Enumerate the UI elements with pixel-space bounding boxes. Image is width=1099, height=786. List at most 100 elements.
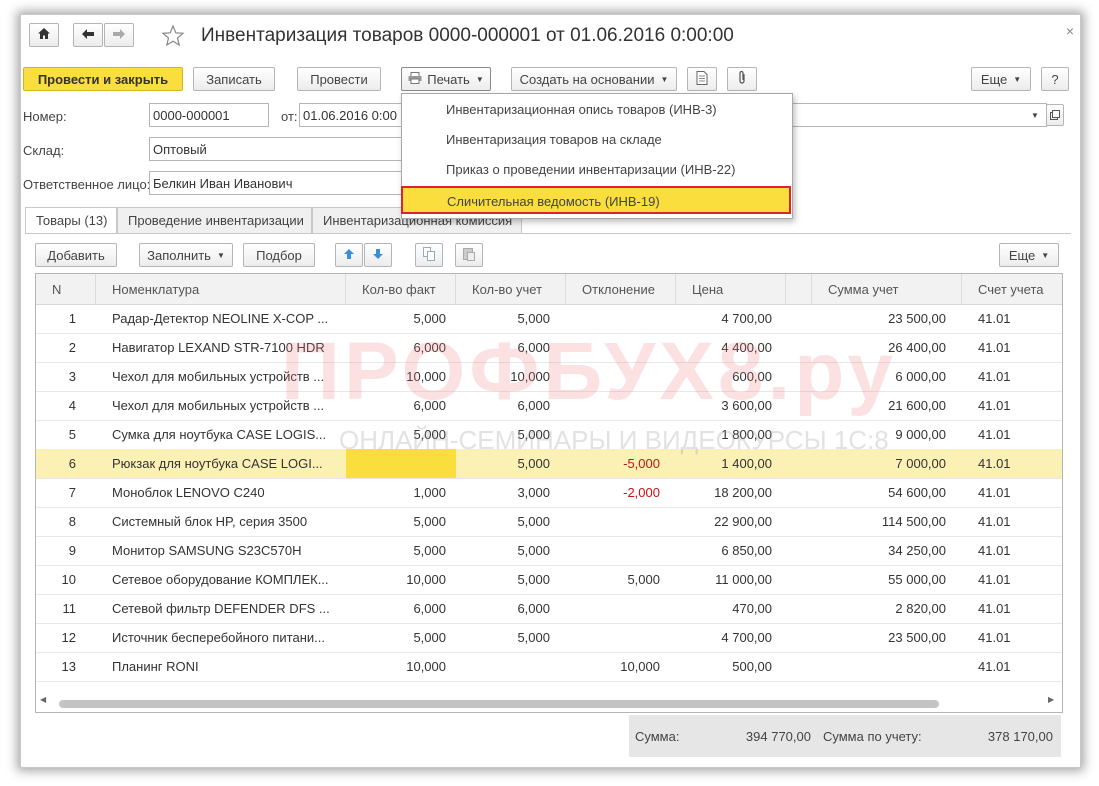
cell-item[interactable]: Системный блок HP, серия 3500 — [96, 507, 346, 536]
cell-n[interactable]: 11 — [36, 594, 96, 623]
cell-item[interactable]: Сетевое оборудование КОМПЛЕК... — [96, 565, 346, 594]
cell-deviation[interactable] — [566, 420, 676, 449]
select-button[interactable]: Подбор — [243, 243, 315, 267]
create-based-on-button[interactable]: Создать на основании ▼ — [511, 67, 677, 91]
post-button[interactable]: Провести — [297, 67, 381, 91]
cell-deviation[interactable] — [566, 623, 676, 652]
cell-qty-acc[interactable]: 5,000 — [456, 507, 566, 536]
menu-item-inv22[interactable]: Приказ о проведении инвентаризации (ИНВ-… — [402, 156, 792, 184]
cell-qty-fact[interactable]: 10,000 — [346, 652, 456, 681]
table-row[interactable]: 2 Навигатор LEXAND STR-7100 HDR 6,000 6,000… — [36, 333, 1062, 363]
cell-price[interactable]: 18 200,00 — [676, 478, 786, 507]
cell-price[interactable]: 4 700,00 — [676, 304, 786, 333]
close-icon[interactable]: × — [1066, 23, 1074, 39]
table-row[interactable]: 4 Чехол для мобильных устройств ... 6,000 6… — [36, 391, 1062, 421]
cell-qty-fact[interactable]: 6,000 — [346, 391, 456, 420]
cell-price[interactable]: 3 600,00 — [676, 391, 786, 420]
cell-price[interactable]: 22 900,00 — [676, 507, 786, 536]
cell-account[interactable]: 41.01 — [962, 420, 1062, 449]
cell-n[interactable]: 2 — [36, 333, 96, 362]
cell-deviation[interactable] — [566, 594, 676, 623]
cell-sum-acc[interactable]: 114 500,00 — [812, 507, 962, 536]
forward-button[interactable] — [104, 23, 134, 47]
cell-account[interactable]: 41.01 — [962, 565, 1062, 594]
cell-item[interactable]: Радар-Детектор NEOLINE X-COP ... — [96, 304, 346, 333]
cell-sum-acc[interactable]: 55 000,00 — [812, 565, 962, 594]
cell-deviation[interactable] — [566, 304, 676, 333]
more-button[interactable]: Еще ▼ — [971, 67, 1031, 91]
cell-qty-acc[interactable]: 6,000 — [456, 391, 566, 420]
cell-qty-acc[interactable]: 3,000 — [456, 478, 566, 507]
copy-button[interactable] — [415, 243, 443, 267]
horizontal-scrollbar[interactable] — [59, 700, 939, 708]
cell-qty-fact[interactable] — [346, 449, 456, 478]
cell-n[interactable]: 7 — [36, 478, 96, 507]
cell-qty-acc[interactable]: 5,000 — [456, 565, 566, 594]
cell-sum-acc[interactable]: 23 500,00 — [812, 304, 962, 333]
cell-account[interactable]: 41.01 — [962, 536, 1062, 565]
cell-n[interactable]: 8 — [36, 507, 96, 536]
scroll-right-icon[interactable]: ▶ — [1048, 695, 1054, 704]
cell-qty-fact[interactable]: 6,000 — [346, 333, 456, 362]
col-header-qty-fact[interactable]: Кол-во факт — [346, 274, 456, 304]
cell-deviation[interactable]: 5,000 — [566, 565, 676, 594]
cell-n[interactable]: 3 — [36, 362, 96, 391]
date-field[interactable]: 01.06.2016 0:00 — [299, 103, 409, 127]
cell-account[interactable]: 41.01 — [962, 594, 1062, 623]
cell-qty-fact[interactable]: 10,000 — [346, 362, 456, 391]
warehouse-field[interactable]: Оптовый — [149, 137, 409, 161]
cell-deviation[interactable] — [566, 507, 676, 536]
col-header-account[interactable]: Счет учета — [962, 274, 1062, 304]
cell-qty-acc[interactable]: 5,000 — [456, 304, 566, 333]
table-row[interactable]: 6 Рюкзак для ноутбука CASE LOGI... 5,000 -5… — [36, 449, 1062, 479]
cell-account[interactable]: 41.01 — [962, 391, 1062, 420]
cell-sum-acc[interactable]: 54 600,00 — [812, 478, 962, 507]
number-field[interactable]: 0000-000001 — [149, 103, 269, 127]
organization-dropdown[interactable]: ▼ — [1025, 104, 1045, 126]
cell-qty-acc[interactable]: 5,000 — [456, 623, 566, 652]
cell-account[interactable]: 41.01 — [962, 623, 1062, 652]
cell-account[interactable]: 41.01 — [962, 652, 1062, 681]
cell-deviation[interactable]: -5,000 — [566, 449, 676, 478]
post-and-close-button[interactable]: Провести и закрыть — [23, 67, 183, 91]
cell-sum-acc[interactable]: 23 500,00 — [812, 623, 962, 652]
cell-sum-acc[interactable]: 26 400,00 — [812, 333, 962, 362]
cell-account[interactable]: 41.01 — [962, 478, 1062, 507]
cell-item[interactable]: Источник бесперебойного питани... — [96, 623, 346, 652]
cell-account[interactable]: 41.01 — [962, 449, 1062, 478]
cell-account[interactable]: 41.01 — [962, 507, 1062, 536]
cell-price[interactable]: 600,00 — [676, 362, 786, 391]
cell-sum-acc[interactable]: 7 000,00 — [812, 449, 962, 478]
cell-price[interactable]: 4 700,00 — [676, 623, 786, 652]
cell-sum-acc[interactable] — [812, 652, 962, 681]
cell-sum-acc[interactable]: 2 820,00 — [812, 594, 962, 623]
cell-deviation[interactable] — [566, 362, 676, 391]
cell-item[interactable]: Моноблок LENOVO C240 — [96, 478, 346, 507]
cell-n[interactable]: 9 — [36, 536, 96, 565]
cell-n[interactable]: 5 — [36, 420, 96, 449]
cell-item[interactable]: Чехол для мобильных устройств ... — [96, 362, 346, 391]
organization-open-button[interactable] — [1046, 104, 1064, 126]
move-down-button[interactable] — [364, 243, 392, 267]
cell-deviation[interactable] — [566, 333, 676, 362]
cell-n[interactable]: 6 — [36, 449, 96, 478]
cell-item[interactable]: Навигатор LEXAND STR-7100 HDR — [96, 333, 346, 362]
responsible-field[interactable]: Белкин Иван Иванович — [149, 171, 409, 195]
save-button[interactable]: Записать — [193, 67, 275, 91]
cell-deviation[interactable]: -2,000 — [566, 478, 676, 507]
cell-qty-acc[interactable]: 5,000 — [456, 420, 566, 449]
col-header-item[interactable]: Номенклатура — [96, 274, 346, 304]
cell-price[interactable]: 1 400,00 — [676, 449, 786, 478]
cell-qty-fact[interactable]: 10,000 — [346, 565, 456, 594]
cell-qty-acc[interactable] — [456, 652, 566, 681]
cell-qty-fact[interactable]: 6,000 — [346, 594, 456, 623]
cell-qty-fact[interactable]: 5,000 — [346, 304, 456, 333]
move-up-button[interactable] — [335, 243, 363, 267]
menu-item-inventory-warehouse[interactable]: Инвентаризация товаров на складе — [402, 126, 792, 154]
table-more-button[interactable]: Еще ▼ — [999, 243, 1059, 267]
tab-goods[interactable]: Товары (13) — [25, 207, 117, 234]
goods-table[interactable]: N Номенклатура Кол-во факт Кол-во учет О… — [35, 273, 1063, 713]
paste-button[interactable] — [455, 243, 483, 267]
cell-price[interactable]: 4 400,00 — [676, 333, 786, 362]
cell-qty-fact[interactable]: 5,000 — [346, 420, 456, 449]
